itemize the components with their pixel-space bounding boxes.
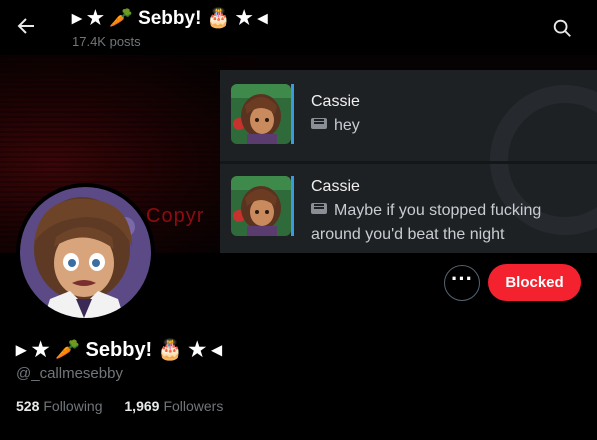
message-avatar [231,176,291,236]
message-text: hey [311,114,360,138]
back-arrow-icon [17,18,34,34]
follow-stats: 528 Following 1,969 Followers [16,398,241,414]
chat-screenshot: Cassie hey Cassie Maybe if you stopped f… [220,70,597,253]
following-count: 528 [16,398,40,414]
avatar-image [20,187,151,318]
message-sender: Cassie [311,178,360,195]
search-icon [553,19,571,37]
message-accent-bar [291,176,294,236]
message-accent-bar [291,84,294,144]
followers-count: 1,969 [124,398,160,414]
profile-avatar[interactable] [16,183,155,322]
chat-divider [220,161,597,164]
profile-header: ▸ ★ 🥕 Sebby! 🎂 ★ ◂ 17.4K posts [0,0,597,55]
banner-watermark: Copyr [146,205,205,227]
post-count: 17.4K posts [72,34,141,49]
message-body-line2: around you'd beat the night [311,226,505,243]
message-avatar [231,84,291,144]
search-button[interactable] [551,17,573,39]
more-icon: ··· [451,266,473,291]
following-label: Following [43,398,103,414]
more-options-button[interactable]: ··· [444,265,480,301]
message-body: hey [334,117,360,134]
user-handle: @_callmesebby [16,365,123,382]
message-text: Maybe if you stopped fucking around you'… [311,199,541,247]
display-name: ▸ ★ 🥕 Sebby! 🎂 ★ ◂ [16,339,222,361]
followers-label: Followers [163,398,224,414]
message-body-line1: Maybe if you stopped fucking [334,202,542,219]
header-title: ▸ ★ 🥕 Sebby! 🎂 ★ ◂ [72,8,268,29]
following-link[interactable]: 528 Following [16,398,103,414]
message-icon [311,118,327,129]
back-button[interactable] [14,14,38,38]
message-sender: Cassie [311,93,360,110]
blocked-button[interactable]: Blocked [488,264,581,301]
message-icon [311,203,327,214]
followers-link[interactable]: 1,969 Followers [124,398,223,414]
